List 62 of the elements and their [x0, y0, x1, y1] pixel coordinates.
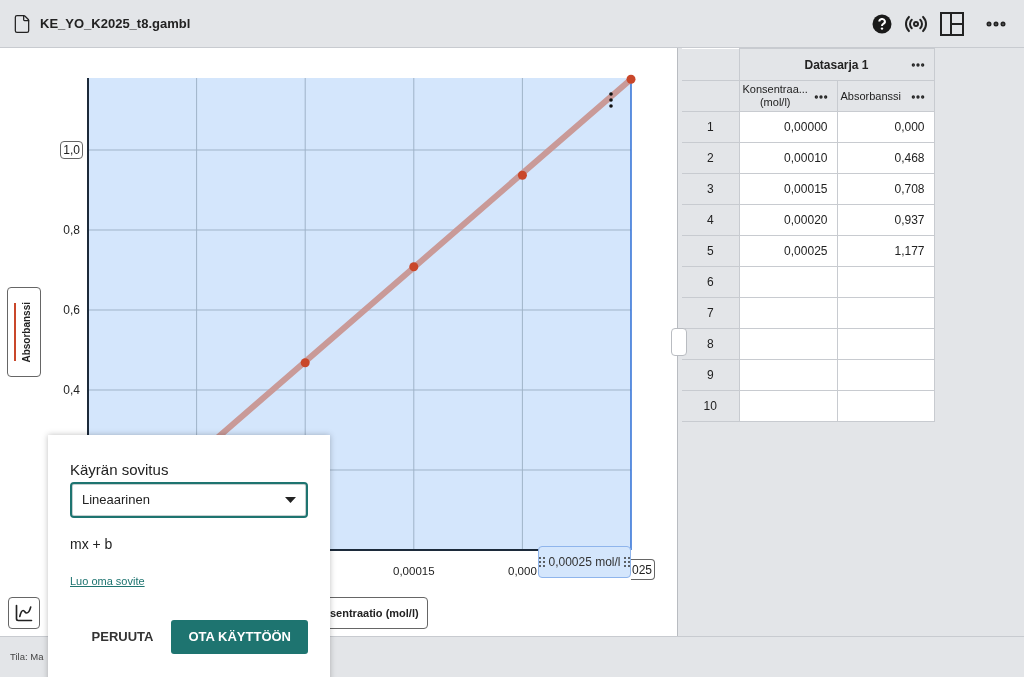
table-cell[interactable]: 0,00000	[739, 111, 837, 143]
table-cell[interactable]: 0,00015	[739, 173, 837, 205]
status-text: Tila: Ma	[10, 649, 44, 664]
chart-type-button[interactable]	[8, 597, 40, 629]
table-cell[interactable]: 0,00020	[739, 204, 837, 236]
table-cell[interactable]: 0,937	[837, 204, 934, 236]
handle-label: 0,00025 mol/l	[548, 554, 621, 571]
row-number: 5	[682, 235, 739, 267]
fit-formula: mx + b	[70, 535, 114, 554]
layout-icon[interactable]	[940, 11, 964, 36]
y-tick-label: 0,4	[62, 384, 81, 396]
row-number: 1	[682, 111, 739, 143]
table-cell[interactable]	[837, 328, 934, 360]
data-point[interactable]	[626, 74, 636, 84]
grip-icon	[623, 557, 630, 567]
y-tick-label: 0,8	[62, 224, 81, 236]
table-cell[interactable]: 1,177	[837, 235, 934, 267]
custom-fit-link[interactable]: Luo oma sovite	[70, 573, 308, 590]
row-number: 2	[682, 142, 739, 174]
panel-resize-handle[interactable]	[671, 328, 687, 356]
table-cell[interactable]	[739, 266, 837, 298]
row-number: 3	[682, 173, 739, 205]
table-cell[interactable]	[739, 297, 837, 329]
vertical-dots-icon[interactable]	[609, 92, 613, 108]
row-number: 7	[682, 297, 739, 329]
data-point[interactable]	[517, 170, 527, 180]
table-cell[interactable]: 0,00010	[739, 142, 837, 174]
table-cell[interactable]	[739, 390, 837, 422]
series-header[interactable]: Datasarja 1	[739, 48, 934, 81]
row-number: 4	[682, 204, 739, 236]
y-tick-label[interactable]: 1,0	[60, 141, 83, 159]
table-cell[interactable]	[837, 266, 934, 298]
table-cell[interactable]	[739, 328, 837, 360]
y-axis-title-button[interactable]: Absorbanssi	[7, 287, 41, 377]
dialog-title: Käyrän sovitus	[70, 461, 170, 479]
grip-icon	[539, 557, 546, 567]
table-cell[interactable]	[837, 297, 934, 329]
apply-button[interactable]: OTA KÄYTTÖÖN	[171, 619, 308, 654]
table-cell[interactable]: 0,00025	[739, 235, 837, 267]
fit-type-select[interactable]: Lineaarinen	[70, 482, 308, 518]
row-number: 6	[682, 266, 739, 298]
file-title: KE_YO_K2025_t8.gambl	[40, 14, 191, 33]
data-point[interactable]	[300, 358, 310, 368]
axis-handle[interactable]: 0,00025 mol/l	[538, 546, 631, 578]
data-point[interactable]	[409, 262, 419, 272]
table-cell[interactable]	[837, 359, 934, 391]
column-header[interactable]: Konsentraa... (mol/l)	[739, 80, 837, 112]
x-tick-label: 0,000	[508, 564, 537, 579]
row-number: 9	[682, 359, 739, 391]
table-cell[interactable]: 0,708	[837, 173, 934, 205]
table-cell[interactable]	[837, 390, 934, 422]
table-cell[interactable]: 0,000	[837, 111, 934, 143]
row-number: 10	[682, 390, 739, 422]
table-cell[interactable]: 0,468	[837, 142, 934, 174]
cancel-button[interactable]: PERUUTA	[89, 619, 156, 654]
y-tick-label: 0,6	[62, 304, 81, 316]
column-header[interactable]: Absorbanssi	[837, 80, 934, 112]
x-tick-label: 0,00015	[393, 564, 435, 579]
chart-line-icon	[14, 603, 34, 623]
help-icon[interactable]	[872, 13, 892, 34]
table-cell[interactable]	[739, 359, 837, 391]
dropdown-caret-icon	[285, 497, 296, 503]
